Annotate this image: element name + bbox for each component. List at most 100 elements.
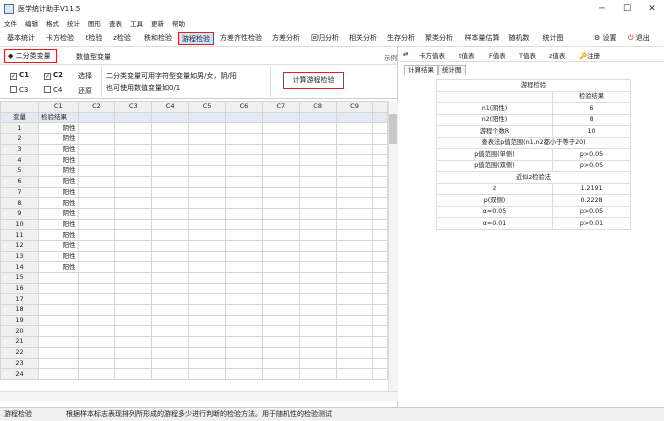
data-cell[interactable] bbox=[298, 186, 337, 199]
data-cell[interactable] bbox=[335, 197, 374, 209]
data-cell[interactable] bbox=[298, 250, 337, 263]
data-cell[interactable] bbox=[114, 357, 153, 370]
data-cell[interactable] bbox=[151, 304, 190, 316]
data-cell[interactable] bbox=[188, 154, 226, 167]
data-cell[interactable] bbox=[261, 218, 300, 231]
data-cell[interactable] bbox=[225, 165, 263, 177]
data-cell[interactable] bbox=[225, 357, 263, 370]
data-cell[interactable] bbox=[261, 143, 300, 156]
data-cell[interactable] bbox=[38, 346, 79, 359]
data-cell[interactable] bbox=[114, 336, 153, 348]
data-cell[interactable] bbox=[114, 261, 153, 273]
data-cell[interactable] bbox=[188, 122, 226, 135]
data-cell[interactable] bbox=[335, 143, 374, 156]
checkbox-c4[interactable]: C4 bbox=[44, 86, 62, 94]
column-header[interactable]: C6 bbox=[225, 101, 263, 113]
menu-edit[interactable]: 编辑 bbox=[21, 18, 42, 30]
data-cell[interactable] bbox=[77, 239, 116, 252]
data-cell[interactable] bbox=[298, 122, 337, 135]
data-cell[interactable] bbox=[151, 197, 190, 209]
data-cell[interactable] bbox=[261, 293, 300, 306]
data-cell[interactable]: 阳性 bbox=[38, 186, 79, 199]
data-cell[interactable] bbox=[188, 165, 226, 177]
data-cell[interactable] bbox=[151, 261, 190, 273]
menu-graph[interactable]: 图形 bbox=[84, 18, 105, 30]
data-cell[interactable] bbox=[77, 165, 116, 177]
data-cell[interactable] bbox=[188, 304, 226, 316]
data-cell[interactable] bbox=[335, 368, 374, 380]
data-cell[interactable] bbox=[225, 239, 263, 252]
data-cell[interactable]: 阳性 bbox=[38, 197, 79, 209]
data-cell[interactable]: 阳性 bbox=[38, 250, 79, 263]
data-cell[interactable] bbox=[261, 239, 300, 252]
data-cell[interactable] bbox=[188, 325, 226, 338]
data-cell[interactable] bbox=[261, 304, 300, 316]
data-cell[interactable] bbox=[114, 122, 153, 135]
menu-update[interactable]: 更新 bbox=[147, 18, 168, 30]
checkbox-c3[interactable]: C3 bbox=[10, 86, 28, 94]
data-cell[interactable] bbox=[77, 229, 116, 241]
data-cell[interactable] bbox=[77, 282, 116, 295]
numeric-variable-tab[interactable]: 数值型变量 bbox=[76, 52, 111, 62]
column-header[interactable]: C4 bbox=[151, 101, 190, 113]
data-cell[interactable]: 阳性 bbox=[38, 143, 79, 156]
data-cell[interactable] bbox=[188, 207, 226, 220]
data-cell[interactable] bbox=[225, 282, 263, 295]
data-cell[interactable]: 阳性 bbox=[38, 175, 79, 188]
data-cell[interactable] bbox=[335, 154, 374, 167]
data-cell[interactable] bbox=[77, 304, 116, 316]
data-cell[interactable] bbox=[225, 154, 263, 167]
data-cell[interactable] bbox=[188, 250, 226, 263]
data-cell[interactable] bbox=[114, 154, 153, 167]
data-cell[interactable] bbox=[77, 336, 116, 348]
register-button[interactable]: 🔑注册 bbox=[579, 50, 600, 60]
tool-chart[interactable]: 统计图 bbox=[538, 32, 568, 45]
data-cell[interactable] bbox=[77, 368, 116, 380]
data-cell[interactable] bbox=[261, 314, 300, 327]
data-cell[interactable] bbox=[151, 357, 190, 370]
data-cell[interactable] bbox=[188, 314, 226, 327]
tool-sample-size[interactable]: 样本量估算 bbox=[459, 32, 505, 45]
data-cell[interactable]: 阳性 bbox=[38, 218, 79, 231]
data-cell[interactable] bbox=[225, 186, 263, 199]
data-cell[interactable] bbox=[188, 197, 226, 209]
data-cell[interactable]: 阳性 bbox=[38, 229, 79, 241]
data-grid[interactable]: C1 C2 C3 C4 C5 C6 C7 C8 C9 变量 检验结果 1 阴性 2 阴性… bbox=[0, 101, 388, 391]
data-cell[interactable] bbox=[114, 218, 153, 231]
data-cell[interactable] bbox=[114, 197, 153, 209]
data-cell[interactable] bbox=[114, 143, 153, 156]
data-cell[interactable] bbox=[225, 325, 263, 338]
restore-button[interactable]: 还原 bbox=[78, 86, 92, 96]
data-cell[interactable] bbox=[114, 293, 153, 306]
data-cell[interactable]: 阳性 bbox=[38, 261, 79, 273]
menu-format[interactable]: 格式 bbox=[42, 18, 63, 30]
data-cell[interactable] bbox=[298, 314, 337, 327]
data-cell[interactable]: 阴性 bbox=[38, 133, 79, 145]
data-cell[interactable] bbox=[261, 154, 300, 167]
scrollbar-thumb[interactable] bbox=[389, 114, 397, 144]
data-cell[interactable]: 阴性 bbox=[38, 207, 79, 220]
data-cell[interactable] bbox=[151, 336, 190, 348]
data-cell[interactable] bbox=[298, 325, 337, 338]
tool-runs-test[interactable]: 游程检验 bbox=[178, 32, 214, 45]
data-cell[interactable] bbox=[298, 133, 337, 145]
data-cell[interactable] bbox=[335, 175, 374, 188]
data-cell[interactable] bbox=[151, 282, 190, 295]
tool-regression[interactable]: 回归分析 bbox=[307, 32, 343, 45]
data-cell[interactable] bbox=[225, 133, 263, 145]
data-cell[interactable] bbox=[114, 250, 153, 263]
tool-survival[interactable]: 生存分析 bbox=[383, 32, 419, 45]
data-cell[interactable] bbox=[298, 229, 337, 241]
data-cell[interactable] bbox=[77, 133, 116, 145]
column-header[interactable]: C8 bbox=[298, 101, 337, 113]
tool-homogeneity[interactable]: 方差齐性检验 bbox=[217, 32, 265, 45]
data-cell[interactable] bbox=[38, 357, 79, 370]
data-cell[interactable] bbox=[298, 175, 337, 188]
data-cell[interactable] bbox=[38, 325, 79, 338]
data-cell[interactable]: 阳性 bbox=[38, 239, 79, 252]
data-cell[interactable] bbox=[335, 346, 374, 359]
data-cell[interactable] bbox=[114, 314, 153, 327]
data-cell[interactable] bbox=[335, 122, 374, 135]
f-table-button[interactable]: F值表 bbox=[489, 50, 506, 60]
data-cell[interactable] bbox=[335, 293, 374, 306]
